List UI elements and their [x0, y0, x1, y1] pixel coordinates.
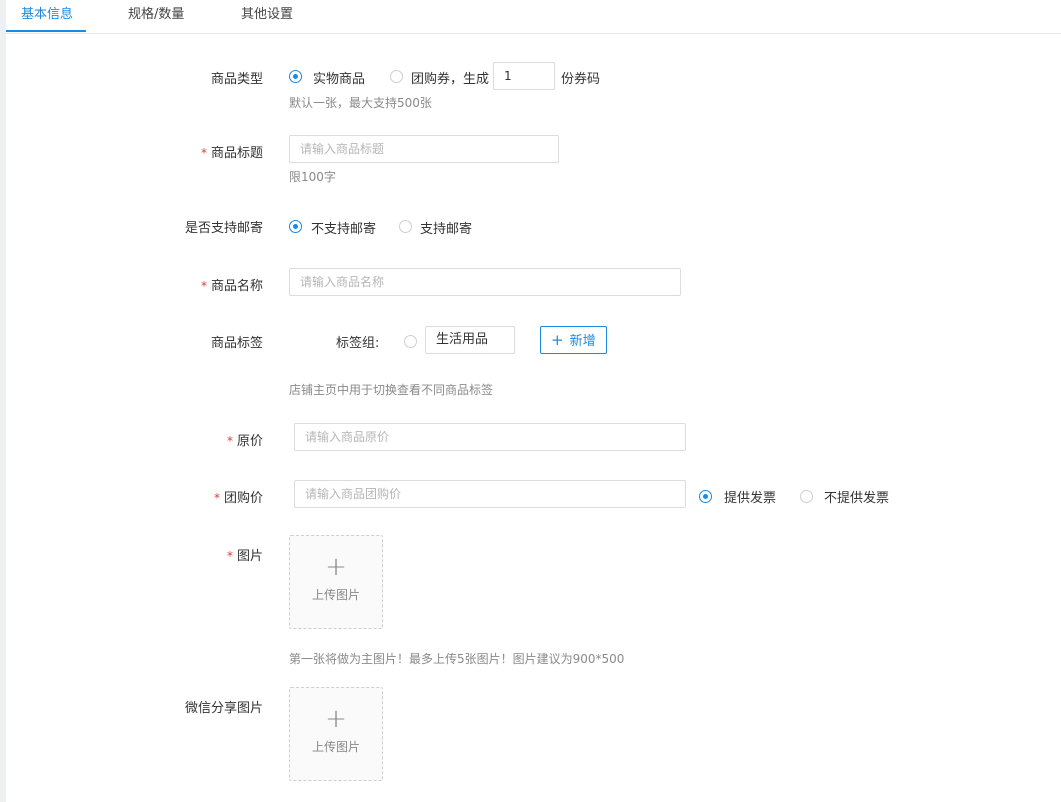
group-price-label: * 团购价	[214, 487, 263, 506]
title-input[interactable]	[289, 135, 559, 163]
plus-icon: +	[551, 331, 564, 349]
original-price-label: * 原价	[227, 430, 263, 449]
tab-basic-info[interactable]: 基本信息	[21, 0, 73, 33]
radio-voucher-label: 团购券，生成	[411, 72, 490, 87]
voucher-count-input[interactable]	[493, 62, 555, 90]
radio-physical-product[interactable]	[289, 70, 302, 83]
radio-no-invoice-label: 不提供发票	[824, 491, 890, 506]
tag-value-box[interactable]: 生活用品	[425, 326, 515, 354]
image-upload-box[interactable]: + 上传图片	[289, 535, 383, 629]
tab-bar: 基本信息 规格/数量 其他设置	[6, 0, 1061, 34]
wechat-image-label: 微信分享图片	[184, 701, 263, 716]
radio-shipping-label: 支持邮寄	[420, 222, 473, 237]
tags-hint: 店铺主页中用于切换查看不同商品标签	[289, 383, 494, 397]
group-price-input[interactable]	[294, 480, 686, 508]
radio-physical-product-label: 实物商品	[313, 72, 366, 87]
shipping-label: 是否支持邮寄	[184, 221, 263, 236]
required-mark: *	[213, 491, 220, 505]
title-label: * 商品标题	[201, 142, 263, 161]
plus-icon: +	[325, 704, 347, 734]
title-hint: 限100字	[289, 170, 336, 184]
product-type-label: 商品类型	[210, 72, 263, 87]
radio-voucher[interactable]	[390, 70, 403, 83]
required-mark: *	[200, 279, 207, 293]
radio-no-shipping[interactable]	[289, 220, 302, 233]
original-price-label-text: 原价	[236, 434, 263, 449]
name-label-text: 商品名称	[210, 279, 263, 294]
product-type-hint: 默认一张，最大支持500张	[289, 96, 432, 110]
image-hint: 第一张将做为主图片！最多上传5张图片！图片建议为900*500	[289, 652, 625, 666]
image-upload-text: 上传图片	[311, 588, 360, 602]
image-label: * 图片	[227, 545, 263, 564]
group-price-label-text: 团购价	[223, 491, 263, 506]
radio-tag-option[interactable]	[404, 335, 417, 348]
wechat-image-upload-box[interactable]: + 上传图片	[289, 687, 383, 781]
radio-invoice-label: 提供发票	[724, 491, 777, 506]
radio-shipping[interactable]	[399, 220, 412, 233]
required-mark: *	[226, 549, 233, 563]
tag-group-label: 标签组:	[336, 336, 380, 351]
tags-label: 商品标签	[210, 336, 263, 351]
title-label-text: 商品标题	[210, 146, 263, 161]
radio-invoice[interactable]	[699, 490, 712, 503]
tab-spec-quantity[interactable]: 规格/数量	[128, 0, 184, 33]
radio-no-shipping-label: 不支持邮寄	[311, 222, 377, 237]
original-price-input[interactable]	[294, 423, 686, 451]
active-tab-indicator	[6, 30, 86, 32]
wechat-image-upload-text: 上传图片	[311, 740, 360, 754]
radio-no-invoice[interactable]	[800, 490, 813, 503]
image-label-text: 图片	[236, 549, 263, 564]
required-mark: *	[226, 434, 233, 448]
left-edge-strip	[0, 0, 6, 802]
tab-other-settings[interactable]: 其他设置	[241, 0, 293, 33]
name-label: * 商品名称	[201, 275, 263, 294]
required-mark: *	[200, 146, 207, 160]
add-tag-button[interactable]: + 新增	[540, 326, 607, 354]
name-input[interactable]	[289, 268, 681, 296]
add-tag-button-label: 新增	[569, 334, 596, 349]
plus-icon: +	[325, 552, 347, 582]
voucher-suffix-text: 份券码	[561, 72, 601, 87]
